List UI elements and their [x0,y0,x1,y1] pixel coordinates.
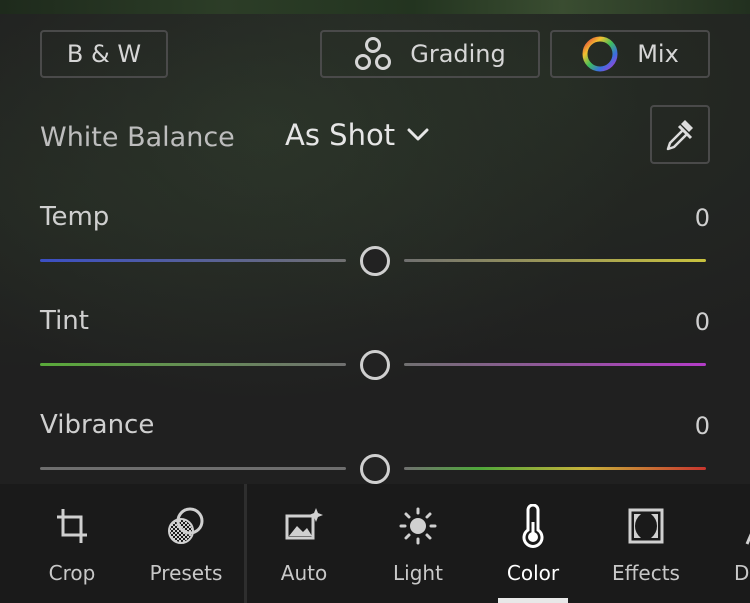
photo-preview-edge [0,0,750,14]
temp-track-left [40,259,346,262]
eyedropper-icon [664,117,696,153]
tool-presets[interactable]: Presets [131,484,241,603]
active-tab-indicator [498,598,568,603]
tool-presets-label: Presets [149,561,223,585]
mix-button[interactable]: Mix [550,30,710,78]
temp-value: 0 [694,204,710,232]
bw-button-label: B & W [66,40,142,68]
vibrance-slider-thumb[interactable] [360,454,390,484]
tool-color[interactable]: Color [478,484,588,603]
tint-track-right [404,363,706,366]
color-panel: B & W Grading Mix White Balance As Shot … [0,14,750,484]
tint-track-left [40,363,346,366]
effects-icon [627,504,665,548]
tint-value: 0 [694,308,710,336]
grading-button-label: Grading [410,40,506,68]
tool-crop[interactable]: Crop [17,484,127,603]
tool-light[interactable]: Light [363,484,473,603]
detail-icon [745,504,750,548]
grading-button[interactable]: Grading [320,30,540,78]
white-balance-dropdown[interactable]: As Shot [285,118,429,152]
tool-auto-label: Auto [280,561,328,585]
bw-button[interactable]: B & W [40,30,168,78]
temp-label: Temp [40,202,110,232]
tool-effects[interactable]: Effects [591,484,701,603]
tool-color-label: Color [506,561,560,585]
vibrance-track-left [40,467,346,470]
vibrance-track-right [404,467,706,470]
color-icon [518,504,548,548]
mix-button-label: Mix [637,40,679,68]
crop-icon [54,504,90,548]
white-balance-value: As Shot [285,118,396,152]
auto-icon [283,504,325,548]
tool-detail[interactable]: De [703,484,750,603]
toolbar-divider [244,484,247,603]
tool-auto[interactable]: Auto [249,484,359,603]
tool-detail-label: De [734,561,750,585]
tool-light-label: Light [393,561,443,585]
bottom-toolbar: Crop Presets Auto Light Color Effects D [0,484,750,603]
vibrance-label: Vibrance [40,410,155,440]
tint-slider-thumb[interactable] [360,350,390,380]
grading-icon [354,36,392,72]
light-icon [398,504,438,548]
presets-icon [165,504,207,548]
vibrance-value: 0 [694,412,710,440]
temp-slider-thumb[interactable] [360,246,390,276]
color-wheel-icon [581,35,619,73]
temp-track-right [404,259,706,262]
tool-effects-label: Effects [612,561,680,585]
white-balance-label: White Balance [40,122,235,153]
tint-label: Tint [40,306,89,336]
tool-crop-label: Crop [48,561,96,585]
chevron-down-icon [407,128,429,142]
eyedropper-button[interactable] [650,105,710,164]
